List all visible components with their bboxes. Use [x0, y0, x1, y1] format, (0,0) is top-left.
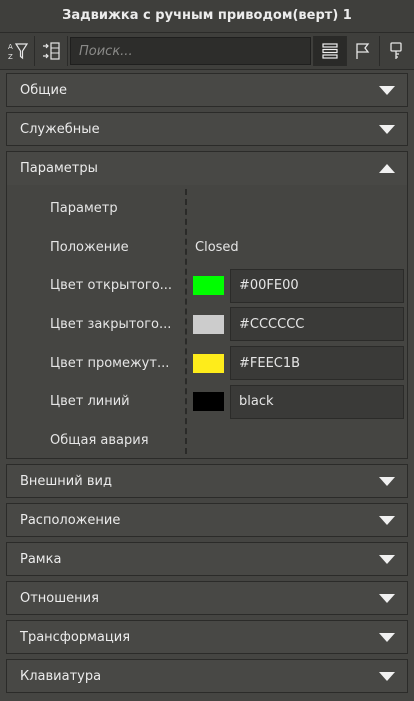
position-value: Closed [195, 239, 239, 255]
list-view-icon[interactable] [313, 36, 346, 66]
params-body: Параметр Положение Closed Цвет открытого… [6, 185, 408, 459]
section-label: Служебные [20, 121, 100, 137]
chevron-down-icon [379, 515, 395, 525]
section-service[interactable]: Служебные [6, 112, 408, 146]
search-input[interactable] [70, 37, 311, 65]
section-general[interactable]: Общие [6, 73, 408, 107]
column-divider[interactable] [185, 189, 187, 454]
section-label: Трансформация [20, 629, 131, 645]
prop-name: Цвет открытого... [50, 278, 173, 294]
color-swatch[interactable] [193, 392, 224, 412]
prop-value [187, 346, 407, 381]
prop-row-position: Положение Closed [7, 228, 407, 267]
svg-text:Z: Z [8, 53, 13, 61]
section-label: Внешний вид [20, 473, 112, 489]
section-label: Общие [20, 82, 67, 98]
closed-color-field[interactable] [230, 307, 404, 342]
section-appearance[interactable]: Внешний вид [6, 464, 408, 498]
section-location[interactable]: Расположение [6, 503, 408, 537]
prop-row-general-alarm: Общая авария [7, 421, 407, 460]
open-color-field[interactable] [230, 268, 404, 303]
toolbar: A Z [0, 33, 414, 70]
prop-row-intermediate-color: Цвет промежут... [7, 344, 407, 383]
prop-name: Цвет линий [50, 394, 130, 410]
prop-name: Параметр [50, 200, 118, 216]
intermediate-color-field[interactable] [230, 346, 404, 381]
prop-name: Положение [50, 239, 129, 255]
key-icon[interactable] [379, 36, 412, 66]
filter-az-icon[interactable]: A Z [2, 36, 35, 66]
panel-title: Задвижка с ручным приводом(верт) 1 [0, 0, 414, 33]
prop-name: Цвет закрытого... [50, 316, 172, 332]
flag-icon[interactable] [346, 36, 379, 66]
chevron-down-icon [379, 554, 395, 564]
section-relations[interactable]: Отношения [6, 581, 408, 615]
chevron-down-icon [379, 632, 395, 642]
color-swatch[interactable] [193, 276, 224, 296]
properties-panel: Задвижка с ручным приводом(верт) 1 A Z П… [0, 0, 414, 701]
section-label: Отношения [20, 590, 99, 606]
section-frame[interactable]: Рамка [6, 542, 408, 576]
prop-value [187, 268, 407, 303]
prop-name: Общая авария [50, 432, 149, 448]
section-label: Параметры [20, 161, 98, 176]
collapse-arrows-icon[interactable] [35, 36, 68, 66]
prop-row-parameter: Параметр [7, 189, 407, 228]
section-keyboard[interactable]: Клавиатура [6, 659, 408, 693]
section-label: Рамка [20, 551, 62, 567]
chevron-down-icon [379, 593, 395, 603]
prop-row-closed-color: Цвет закрытого... [7, 305, 407, 344]
sections-list: Общие Служебные Параметры Параметр Полож… [0, 70, 414, 693]
chevron-down-icon [379, 476, 395, 486]
prop-value [187, 384, 407, 419]
chevron-down-icon [379, 85, 395, 95]
prop-row-open-color: Цвет открытого... [7, 266, 407, 305]
svg-text:A: A [8, 43, 13, 51]
color-swatch[interactable] [193, 353, 224, 373]
chevron-down-icon [379, 124, 395, 134]
section-params[interactable]: Параметры [6, 151, 408, 185]
chevron-up-icon [379, 164, 395, 173]
line-color-field[interactable] [230, 384, 404, 419]
chevron-down-icon [379, 671, 395, 681]
prop-value [187, 307, 407, 342]
prop-value[interactable]: Closed [187, 240, 407, 255]
section-label: Расположение [20, 512, 121, 528]
color-swatch[interactable] [193, 314, 224, 334]
section-transform[interactable]: Трансформация [6, 620, 408, 654]
section-label: Клавиатура [20, 668, 102, 684]
prop-row-line-color: Цвет линий [7, 382, 407, 421]
prop-name: Цвет промежут... [50, 355, 170, 371]
